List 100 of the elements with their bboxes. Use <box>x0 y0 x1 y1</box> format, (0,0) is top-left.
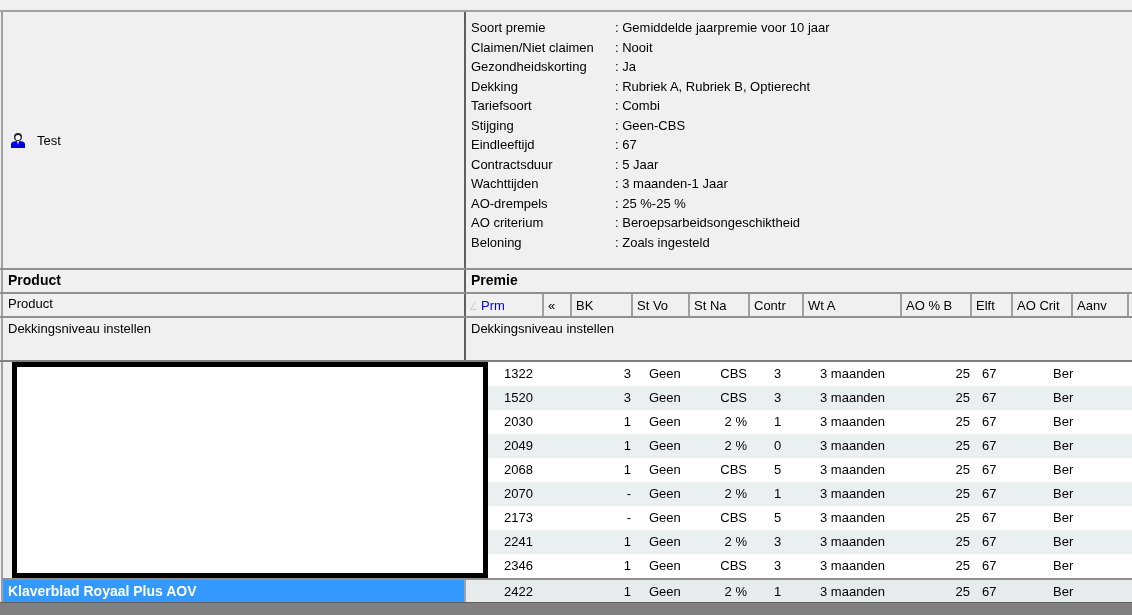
table-cell: Ber <box>1053 366 1074 381</box>
table-cell: 67 <box>982 558 997 573</box>
table-cell: 1 <box>623 558 631 573</box>
table-cell: 2 % <box>724 486 747 501</box>
summary-label: Stijging <box>471 116 515 135</box>
column-header[interactable]: Elft <box>972 294 1013 316</box>
column-header[interactable]: Contr <box>750 294 804 316</box>
table-cell: 1 <box>623 584 631 599</box>
table-cell: 25 <box>955 390 970 405</box>
table-cell: - <box>626 510 631 525</box>
table-cell: 25 <box>955 462 970 477</box>
summary-label: Gezondheidskorting <box>471 58 588 76</box>
table-cell: 5 <box>774 510 782 525</box>
table-cell: Geen <box>649 486 681 501</box>
table-cell: 2241 <box>504 534 533 549</box>
table-cell: 25 <box>955 510 970 525</box>
column-header[interactable]: BK <box>572 294 633 316</box>
column-header[interactable]: AO % B <box>902 294 972 316</box>
column-header[interactable]: Aanv <box>1073 294 1129 316</box>
table-cell: 1 <box>623 414 631 429</box>
summary-label: Eindleeftijd <box>471 136 536 154</box>
summary-value: : 5 Jaar <box>615 156 659 172</box>
filter-text: Dekkingsniveau instellen <box>470 320 616 338</box>
summary-label: Dekking <box>471 77 519 96</box>
summary-value: : Ja <box>615 59 636 74</box>
summary-label: Wachttijden <box>471 175 540 193</box>
sort-icon <box>470 300 477 310</box>
table-cell: 2346 <box>504 558 533 573</box>
table-cell: 25 <box>955 366 970 381</box>
table-cell: Ber <box>1053 438 1074 453</box>
table-cell: Ber <box>1053 462 1074 477</box>
table-cell: 3 maanden <box>820 366 886 381</box>
table-cell: 2 % <box>724 438 747 453</box>
table-cell: 3 <box>623 390 631 405</box>
summary-label: AO-drempels <box>471 194 549 213</box>
table-cell: 67 <box>982 438 997 453</box>
column-header[interactable]: Wt A <box>804 294 902 316</box>
summary-value: : Beroepsarbeidsongeschiktheid <box>615 215 800 230</box>
table-cell: 1 <box>774 414 782 429</box>
table-cell: 67 <box>982 462 997 477</box>
filter-text: Dekkingsniveau instellen <box>1 318 466 360</box>
summary-value: : Gemiddelde jaarpremie voor 10 jaar <box>615 20 830 35</box>
table-cell: 25 <box>955 558 970 573</box>
table-cell: 1 <box>623 438 631 453</box>
table-cell: 2 % <box>724 584 747 599</box>
table-cell: Geen <box>649 390 681 405</box>
group-header: Premie <box>470 271 519 290</box>
summary-value: : Combi <box>615 98 660 113</box>
table-cell: 3 <box>774 390 782 405</box>
table-cell: 2049 <box>504 438 533 453</box>
table-cell: 2 % <box>724 534 747 549</box>
table-cell: Ber <box>1053 510 1074 525</box>
summary-value: : Nooit <box>615 39 653 55</box>
table-cell: CBS <box>720 510 747 525</box>
table-cell: 3 maanden <box>820 584 886 599</box>
table-cell: Geen <box>649 534 681 549</box>
table-cell: 67 <box>982 390 997 405</box>
table-cell: CBS <box>720 366 747 381</box>
table-cell: 3 maanden <box>820 438 886 453</box>
column-header[interactable]: AO Crit <box>1013 294 1073 316</box>
customer-name: Test <box>37 132 61 148</box>
table-cell: Geen <box>649 366 681 381</box>
table-cell: 2068 <box>504 462 533 477</box>
column-header[interactable]: « <box>544 294 572 316</box>
table-cell: 3 maanden <box>820 558 886 573</box>
table-cell: 3 maanden <box>820 390 886 405</box>
table-cell: 1322 <box>504 366 533 381</box>
table-cell: Geen <box>649 462 681 477</box>
table-cell: 2 % <box>724 414 747 429</box>
table-cell: 25 <box>955 414 970 429</box>
table-cell: 25 <box>955 534 970 549</box>
column-header[interactable]: St Na <box>690 294 750 316</box>
table-cell: 25 <box>955 486 970 501</box>
summary-label: Beloning <box>471 233 523 252</box>
table-cell: 2030 <box>504 414 533 429</box>
table-cell: Ber <box>1053 558 1074 573</box>
column-header[interactable]: Product <box>1 294 466 316</box>
summary-value: : 25 %-25 % <box>615 195 686 211</box>
group-header: Product <box>1 270 466 292</box>
table-cell: 1520 <box>504 390 533 405</box>
summary-label: Soort premie <box>471 19 547 37</box>
summary-label: Tariefsoort <box>471 97 533 115</box>
column-header[interactable]: St Vo <box>633 294 690 316</box>
summary-value: : 3 maanden-1 Jaar <box>615 176 728 191</box>
table-cell: Ber <box>1053 584 1074 599</box>
table-cell: Ber <box>1053 486 1074 501</box>
person-icon <box>9 132 27 148</box>
table-cell: 3 maanden <box>820 534 886 549</box>
table-cell: 3 maanden <box>820 414 886 429</box>
table-cell: 67 <box>982 584 997 599</box>
table-cell: CBS <box>720 558 747 573</box>
column-header[interactable]: Prm <box>466 294 544 316</box>
table-cell: Ber <box>1053 414 1074 429</box>
table-cell: 2070 <box>504 486 533 501</box>
table-cell: 67 <box>982 486 997 501</box>
table-cell: Geen <box>649 584 681 599</box>
table-cell: - <box>626 486 631 501</box>
table-cell: 25 <box>955 438 970 453</box>
table-cell: 3 maanden <box>820 486 886 501</box>
summary-value: : Zoals ingesteld <box>615 234 710 250</box>
